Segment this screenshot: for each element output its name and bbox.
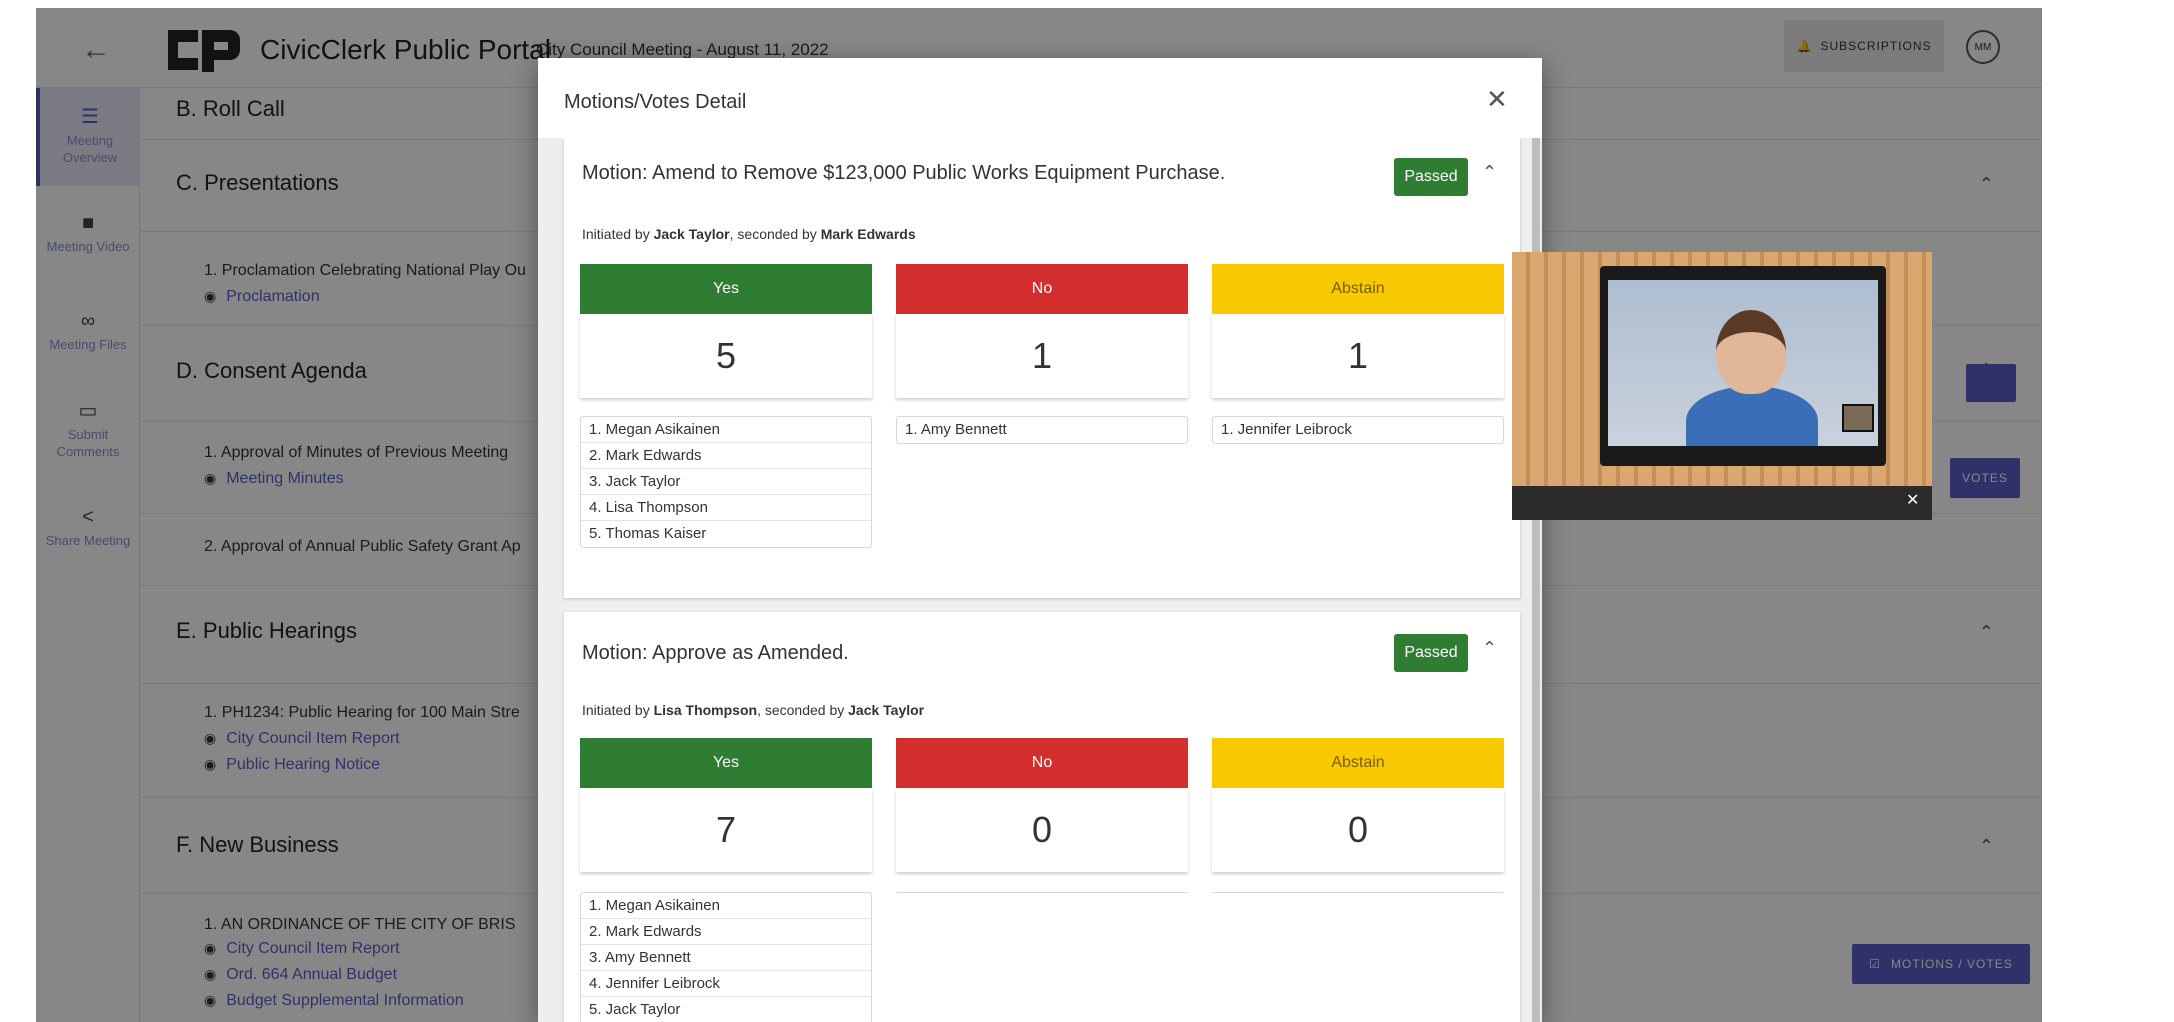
motions-votes-dialog: Motions/Votes Detail ✕ Motion: Amend to … [538, 58, 1542, 1022]
no-header: No [896, 264, 1188, 314]
yes-vote-column: Yes 5 [580, 264, 872, 398]
initiated-by: Jack Taylor [653, 226, 730, 242]
seconded-by: Jack Taylor [848, 702, 925, 718]
seconded-prefix: , seconded by [729, 226, 821, 242]
motion-initiator-line: Initiated by Jack Taylor, seconded by Ma… [582, 226, 916, 242]
no-vote-column: No 1 [896, 264, 1188, 398]
chevron-up-icon[interactable]: ⌃ [1482, 638, 1497, 659]
yes-header: Yes [580, 264, 872, 314]
speaker-head [1716, 310, 1786, 394]
abstain-count: 1 [1212, 314, 1504, 398]
initiated-prefix: Initiated by [582, 226, 654, 242]
voter-name: 3. Jack Taylor [581, 469, 871, 495]
abstain-header: Abstain [1212, 264, 1504, 314]
abstain-count: 0 [1212, 788, 1504, 872]
voter-name: 1. Megan Asikainen [581, 893, 871, 919]
voter-name: 4. Lisa Thompson [581, 495, 871, 521]
video-feed [1608, 280, 1878, 446]
video-frame[interactable] [1512, 252, 1932, 486]
dialog-body: Motion: Amend to Remove $123,000 Public … [538, 138, 1542, 1022]
motion-card: Motion: Approve as Amended. Passed ⌃ Ini… [564, 612, 1520, 1022]
yes-voter-list: 1. Megan Asikainen 2. Mark Edwards 3. Ja… [580, 416, 872, 548]
motion-card: Motion: Amend to Remove $123,000 Public … [564, 138, 1520, 598]
voter-name: 1. Megan Asikainen [581, 417, 871, 443]
video-control-bar [1512, 486, 1932, 520]
chevron-up-icon[interactable]: ⌃ [1482, 162, 1497, 183]
no-voter-list: 1. Amy Bennett [896, 416, 1188, 444]
abstain-header: Abstain [1212, 738, 1504, 788]
voter-name: 3. Amy Bennett [581, 945, 871, 971]
yes-count: 5 [580, 314, 872, 398]
yes-voter-list: 1. Megan Asikainen 2. Mark Edwards 3. Am… [580, 892, 872, 1022]
voter-name: 5. Thomas Kaiser [589, 525, 707, 542]
voter-name: 1. Amy Bennett [905, 421, 1007, 438]
speaker-figure [1686, 386, 1818, 446]
no-header: No [896, 738, 1188, 788]
voter-name: 2. Mark Edwards [581, 919, 871, 945]
picture-in-picture-thumbnail [1842, 404, 1874, 432]
dialog-header: Motions/Votes Detail ✕ [538, 58, 1542, 138]
close-icon[interactable]: ✕ [1906, 490, 1919, 510]
yes-vote-column: Yes 7 [580, 738, 872, 872]
initiated-prefix: Initiated by [582, 702, 654, 718]
motion-title: Motion: Amend to Remove $123,000 Public … [582, 162, 1226, 184]
no-vote-column: No 0 [896, 738, 1188, 872]
motion-title: Motion: Approve as Amended. [582, 642, 849, 664]
seconded-by: Mark Edwards [820, 226, 916, 242]
seconded-prefix: , seconded by [757, 702, 849, 718]
motion-initiator-line: Initiated by Lisa Thompson, seconded by … [582, 702, 924, 718]
no-voter-list [896, 892, 1188, 896]
no-count: 1 [896, 314, 1188, 398]
voter-name: 5. Jack Taylor [589, 1001, 681, 1018]
voter-name: 1. Jennifer Leibrock [1221, 421, 1352, 438]
voter-name: 4. Jennifer Leibrock [581, 971, 871, 997]
abstain-voter-list [1212, 892, 1504, 896]
no-count: 0 [896, 788, 1188, 872]
status-badge: Passed [1394, 158, 1468, 196]
voter-name: 2. Mark Edwards [581, 443, 871, 469]
close-icon[interactable]: ✕ [1486, 84, 1508, 115]
abstain-vote-column: Abstain 1 [1212, 264, 1504, 398]
yes-header: Yes [580, 738, 872, 788]
yes-count: 7 [580, 788, 872, 872]
video-monitor [1600, 266, 1886, 466]
dialog-title: Motions/Votes Detail [564, 91, 747, 113]
abstain-voter-list: 1. Jennifer Leibrock [1212, 416, 1504, 444]
floating-video-player[interactable]: ✕ [1512, 252, 1932, 520]
initiated-by: Lisa Thompson [653, 702, 758, 718]
abstain-vote-column: Abstain 0 [1212, 738, 1504, 872]
status-badge: Passed [1394, 634, 1468, 672]
